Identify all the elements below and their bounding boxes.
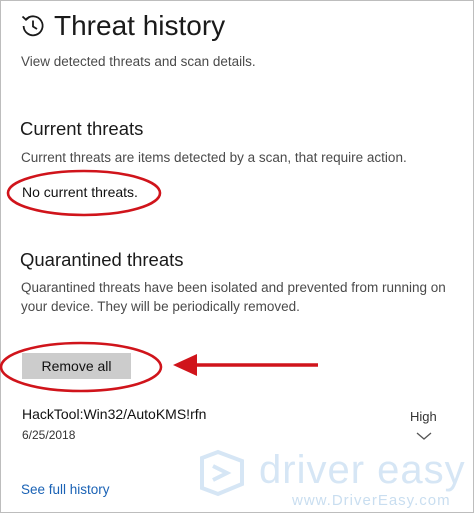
annotation-circle-remove [0,341,163,393]
annotation-arrow-head [173,354,197,376]
annotation-overlay [0,169,318,393]
annotation-circle-current [6,169,162,217]
